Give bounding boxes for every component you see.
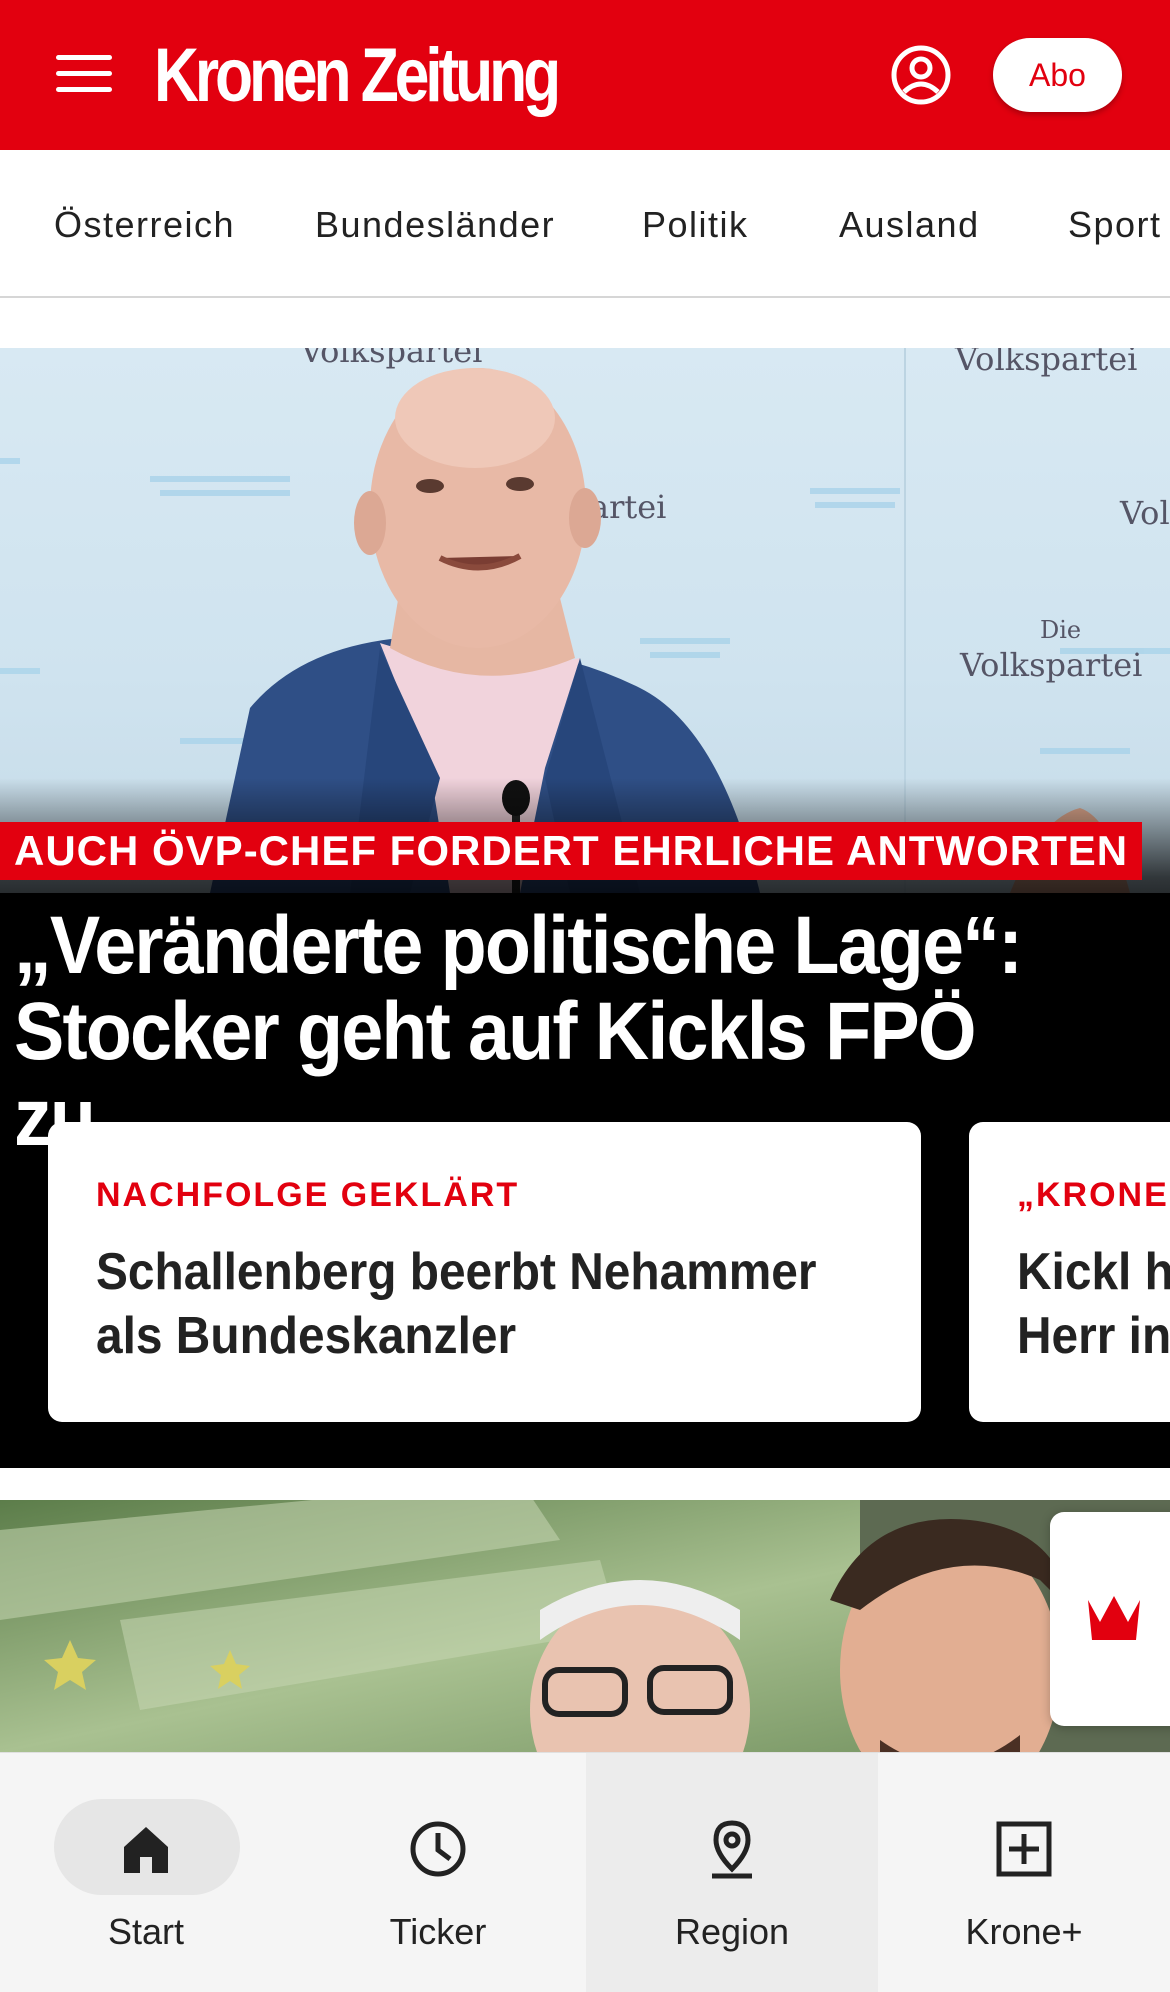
nav-label: Ticker (389, 1911, 487, 1952)
nav-label: Krone+ (965, 1911, 1083, 1952)
card-kicker: NACHFOLGE GEKLÄRT (96, 1176, 520, 1214)
clock-icon (410, 1821, 466, 1877)
bottom-navigation: Start Ticker Region Krone+ (0, 1752, 1170, 1992)
hero-article[interactable]: Volkspartei Volkspartei artei Vol Die Vo… (0, 348, 1170, 1468)
card-title-line: Kickl h (1017, 1243, 1170, 1301)
card-title: Kickl h Herr in (1017, 1240, 1170, 1368)
hamburger-menu-icon[interactable] (56, 52, 112, 96)
category-tab-oesterreich[interactable]: Österreich (54, 204, 235, 246)
card-title: Schallenberg beerbt Nehammer als Bundesk… (96, 1240, 850, 1368)
category-tab-ausland[interactable]: Ausland (839, 204, 980, 246)
nav-label: Region (674, 1911, 790, 1952)
related-article-card[interactable]: NACHFOLGE GEKLÄRT Schallenberg beerbt Ne… (48, 1122, 921, 1422)
home-icon (124, 1827, 168, 1873)
category-tab-sport[interactable]: Sport (1068, 204, 1162, 246)
backdrop-text: artei (590, 488, 666, 526)
category-tab-bundeslaender[interactable]: Bundesländer (315, 204, 555, 246)
related-article-card[interactable]: „KRONE“ Kickl h Herr in (969, 1122, 1170, 1422)
krone-floating-button[interactable] (1050, 1512, 1170, 1726)
abo-button[interactable]: Abo (993, 38, 1122, 112)
backdrop-text: Volkspartei (954, 348, 1137, 378)
backdrop-text: Vol (1119, 494, 1170, 532)
card-title-line: Schallenberg beerbt Nehammer (96, 1243, 817, 1301)
krone-crown-icon (1088, 1596, 1140, 1640)
plus-box-icon (996, 1821, 1052, 1877)
nav-region[interactable]: Region (586, 1753, 878, 1992)
kronen-zeitung-logo[interactable]: Kronen Zeitung (154, 34, 561, 118)
hero-kicker: AUCH ÖVP-CHEF FORDERT EHRLICHE ANTWORTEN (0, 822, 1143, 880)
backdrop-text: Volkspartei (299, 348, 482, 370)
backdrop-text: Die (1040, 616, 1081, 644)
card-title-line: Herr in (1017, 1307, 1170, 1365)
article-teaser-image[interactable] (0, 1500, 1170, 1752)
user-account-icon[interactable] (890, 44, 952, 106)
headline-line: „Veränderte politische Lage“: (14, 900, 1023, 991)
backdrop-text: Volkspartei (959, 646, 1142, 684)
category-nav: Österreich Bundesländer Politik Ausland … (0, 150, 1170, 298)
top-app-bar: Kronen Zeitung Abo (0, 0, 1170, 150)
nav-krone-plus[interactable]: Krone+ (878, 1753, 1170, 1992)
nav-start[interactable]: Start (0, 1753, 292, 1992)
nav-label: Start (107, 1911, 185, 1952)
location-pin-icon (712, 1820, 752, 1879)
nav-ticker[interactable]: Ticker (292, 1753, 584, 1992)
card-kicker: „KRONE“ (1017, 1176, 1170, 1214)
category-tab-politik[interactable]: Politik (642, 204, 749, 246)
card-title-line: als Bundeskanzler (96, 1307, 517, 1365)
